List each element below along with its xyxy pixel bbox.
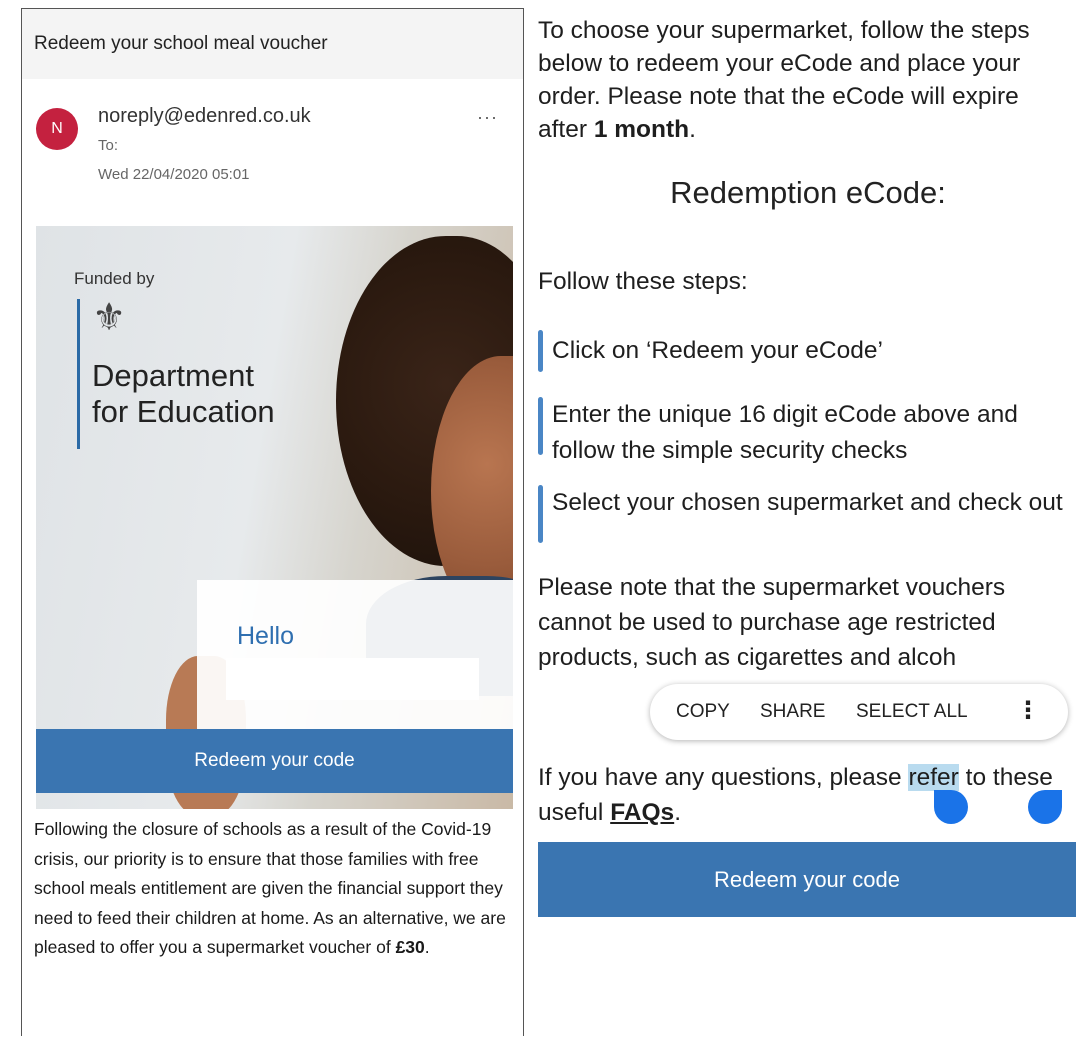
greeting-card: Hello	[197, 580, 513, 740]
dfe-line1: Department	[92, 358, 254, 393]
funded-by-label: Funded by	[74, 269, 155, 288]
intro-end: .	[689, 116, 696, 143]
questions-end: .	[674, 799, 681, 826]
select-all-button[interactable]: SELECT ALL	[856, 701, 968, 723]
subject-bar: Redeem your school meal voucher	[22, 9, 523, 79]
selected-text[interactable]: refer	[908, 764, 959, 791]
expiry-period: 1 month	[593, 116, 690, 143]
hero-banner: Funded by ⚜ Department for Education Hel…	[36, 226, 513, 809]
faqs-link[interactable]: FAQs	[610, 799, 674, 826]
body-end: .	[424, 937, 430, 957]
selection-handle-start[interactable]	[934, 790, 968, 824]
email-subject: Redeem your school meal voucher	[34, 33, 328, 54]
more-menu-icon[interactable]: ⋮	[1016, 696, 1040, 725]
dfe-line2: for Education	[92, 394, 275, 429]
voucher-amount: £30	[395, 937, 425, 957]
step-2-marker	[538, 397, 543, 455]
redeem-code-button-bottom[interactable]: Redeem your code	[538, 842, 1076, 917]
step-3-marker	[538, 485, 543, 543]
email-body-text: Following the closure of schools as a re…	[34, 815, 519, 963]
sender-address[interactable]: noreply@edenred.co.uk	[98, 105, 311, 128]
dfe-logo-rule	[77, 299, 80, 449]
selection-handle-end[interactable]	[1028, 790, 1062, 824]
sender-avatar[interactable]: N	[36, 108, 78, 150]
share-button[interactable]: SHARE	[760, 701, 825, 723]
step-1-marker	[538, 330, 543, 372]
text-selection-menu: COPY SHARE SELECT ALL ⋮	[650, 684, 1068, 740]
royal-crest-icon: ⚜	[92, 297, 127, 339]
steps-heading: Follow these steps:	[538, 268, 748, 295]
copy-button[interactable]: COPY	[676, 701, 730, 723]
intro-paragraph: To choose your supermarket, follow the s…	[538, 14, 1068, 146]
email-panel: Redeem your school meal voucher N norepl…	[21, 8, 524, 1036]
step-3: Select your chosen supermarket and check…	[552, 489, 1063, 516]
email-date: Wed 22/04/2020 05:01	[98, 166, 250, 183]
questions-text: If you have any questions, please	[538, 764, 909, 791]
greeting-text: Hello	[237, 622, 294, 650]
redemption-code-title: Redemption eCode:	[670, 175, 946, 210]
redacted-name-box	[226, 658, 479, 700]
restriction-note: Please note that the supermarket voucher…	[538, 574, 1006, 671]
email-continued-panel: To choose your supermarket, follow the s…	[538, 0, 1086, 1038]
redeem-code-button[interactable]: Redeem your code	[36, 729, 513, 793]
dfe-logo-text: Department for Education	[92, 358, 275, 430]
step-2: Enter the unique 16 digit eCode above an…	[552, 401, 1018, 464]
questions-paragraph: If you have any questions, please refer …	[538, 760, 1078, 830]
recipient-label: To:	[98, 137, 119, 154]
more-options-icon[interactable]: ···	[477, 107, 498, 128]
step-1: Click on ‘Redeem your eCode’	[552, 337, 883, 364]
body-text: Following the closure of schools as a re…	[34, 819, 506, 957]
